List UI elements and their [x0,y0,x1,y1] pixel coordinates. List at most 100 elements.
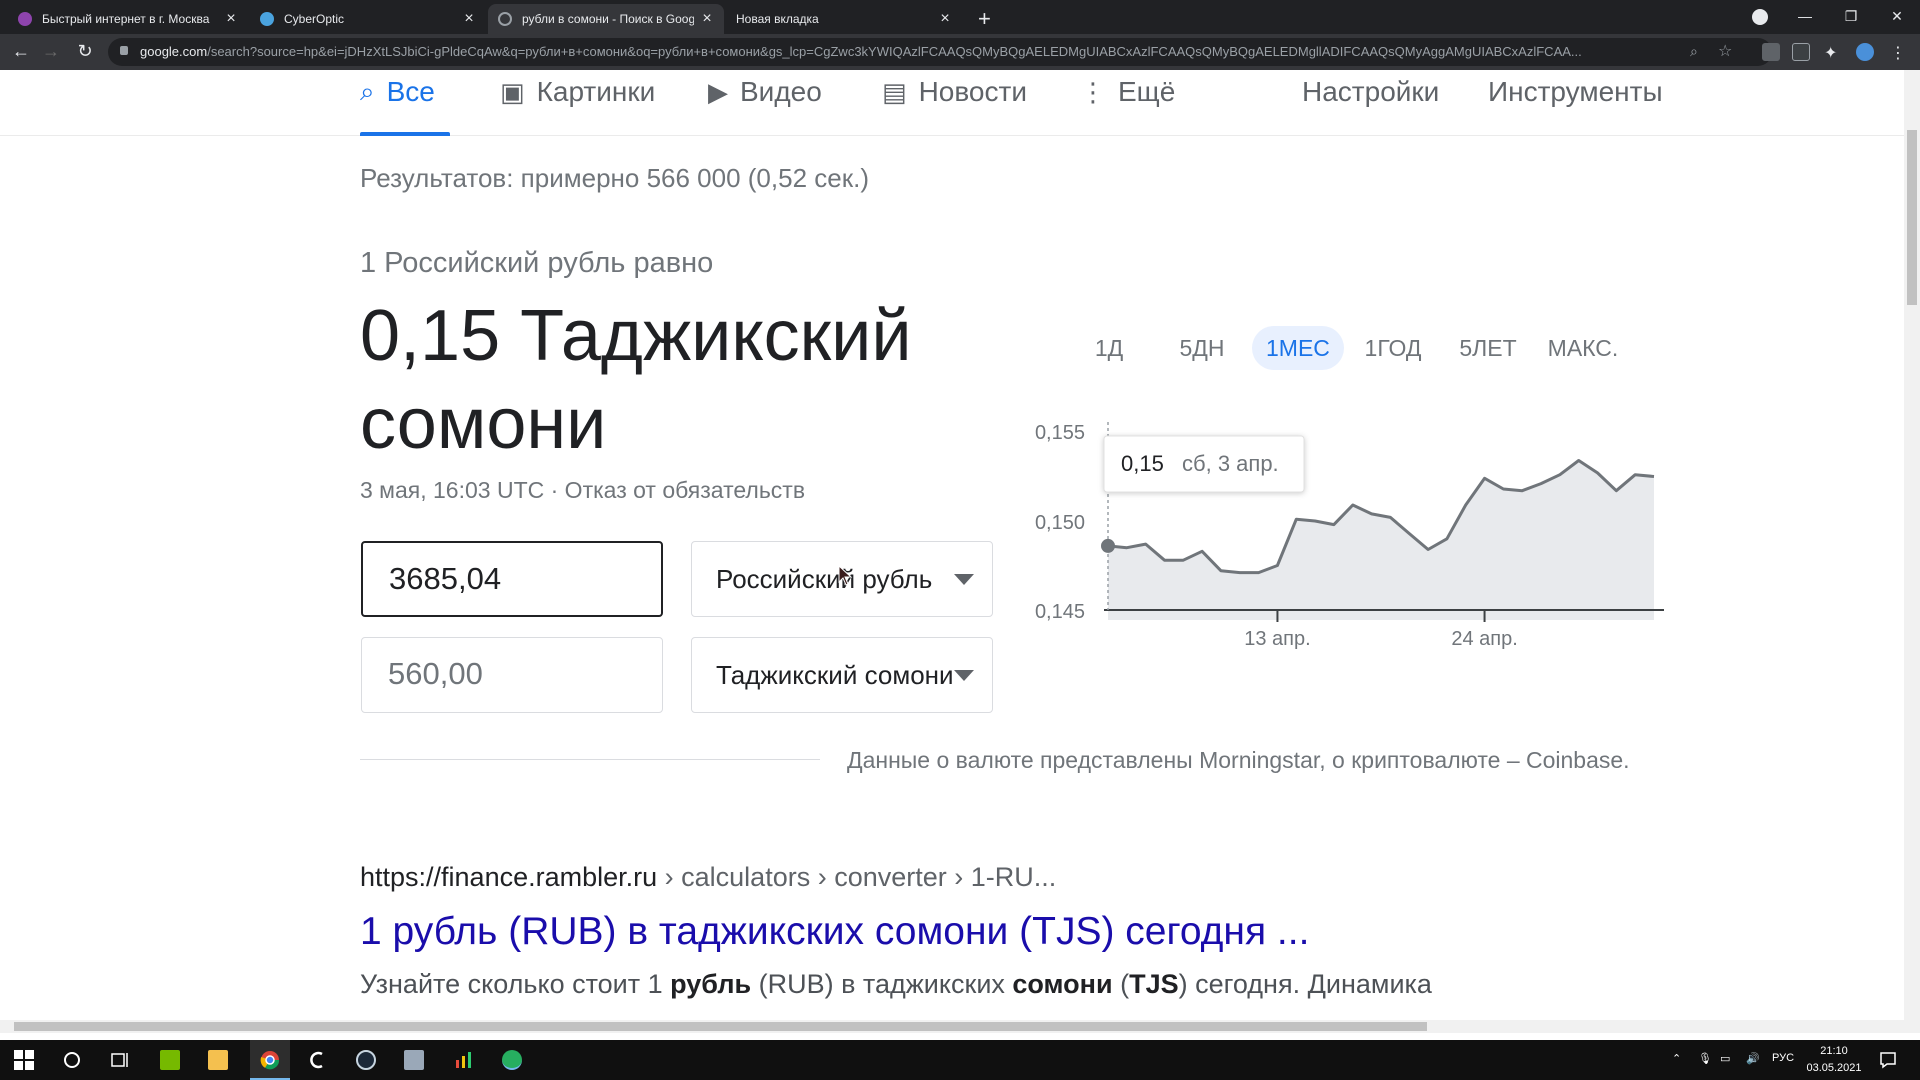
scrollbar-thumb[interactable] [1907,130,1917,305]
windows-taskbar: ⌃ 🎙 ▭ 🔊 РУС 21:10 03.05.2021 [0,1040,1920,1080]
amount-to-input[interactable]: 560,00 [361,637,663,713]
extensions-puzzle-icon[interactable]: ✦ [1824,43,1842,62]
tab-favicon-icon [18,12,32,26]
extension-icon[interactable] [1762,43,1780,61]
system-clock[interactable]: 21:10 03.05.2021 [1800,1043,1868,1077]
tab-title: Быстрый интернет в г. Москва [42,12,210,26]
new-tab-plus-icon[interactable]: + [978,6,991,32]
tray-expand-icon[interactable]: ⌃ [1672,1052,1681,1065]
search-nav: ⌕ Все ▣ Картинки ▶ Видео ▤ Новости ⋮ Ещё… [0,70,1904,136]
back-arrow-icon[interactable]: ← [10,41,32,62]
news-icon: ▤ [882,76,907,107]
amount-from-input[interactable]: 3685,04 [361,541,663,617]
horizontal-scrollbar[interactable] [0,1020,1904,1033]
tab-label: Новости [918,76,1027,107]
app-icon[interactable] [502,1050,522,1070]
address-bar[interactable]: google.com/search?source=hp&ei=jDHzXtLSJ… [108,38,1772,66]
snippet-text: Узнайте сколько стоит 1 [360,969,671,999]
active-tab-indicator [360,132,450,136]
file-explorer-icon[interactable] [208,1050,228,1070]
data-source-note: Данные о валюте представлены Morningstar… [847,747,1630,773]
browser-tab-active[interactable]: рубли в сомони - Поиск в Goog × [488,4,724,34]
tab-close-icon[interactable]: × [462,10,476,28]
avatar[interactable] [1856,43,1874,61]
currency-to-value: Таджикский сомони [716,660,954,690]
window-close-icon[interactable]: ✕ [1874,0,1920,34]
lock-icon [120,46,128,55]
range-max-button[interactable]: МАКС. [1546,326,1620,370]
tab-close-icon[interactable]: × [938,10,952,28]
snippet-text: ) сегодня. Динамика [1178,969,1432,999]
tab-label: Ещё [1118,76,1176,107]
tab-title: рубли в сомони - Поиск в Goog [522,12,694,26]
reload-icon[interactable]: ↻ [74,41,96,62]
restore-icon[interactable]: ❐ [1828,0,1874,34]
dropdown-caret-icon [954,574,974,585]
dropdown-caret-icon [954,670,974,681]
minimize-icon[interactable]: — [1782,0,1828,34]
range-5d-button[interactable]: 5ДН [1177,326,1227,370]
tools-link[interactable]: Инструменты [1488,76,1663,108]
divider [360,759,820,760]
x-tick-label: 24 апр. [1451,628,1517,650]
range-5y-button[interactable]: 5ЛЕТ [1457,326,1519,370]
scrollbar-thumb[interactable] [14,1022,1427,1031]
tab-title: CyberOptic [284,12,345,26]
steam-icon[interactable] [356,1050,376,1070]
network-icon[interactable]: ▭ [1720,1052,1730,1065]
x-tick-label: 13 апр. [1244,628,1310,650]
microphone-icon[interactable]: 🎙 [1698,1052,1712,1065]
app-icon[interactable] [404,1050,424,1070]
result-url[interactable]: https://finance.rambler.ru › calculators… [360,862,1056,893]
chrome-icon[interactable] [260,1050,280,1070]
tab-label: Картинки [536,76,656,107]
cortana-icon[interactable] [62,1050,82,1070]
language-indicator[interactable]: РУС [1772,1052,1794,1064]
y-tick-label: 0,155 [1035,422,1085,444]
clock-date: 03.05.2021 [1806,1062,1862,1074]
tab-label: Все [386,76,435,107]
tab-favicon-icon [260,12,274,26]
tab-news[interactable]: ▤ Новости [882,76,1027,108]
menu-dots-icon[interactable]: ⋮ [1890,43,1908,62]
zoom-icon[interactable]: ⌕ [1690,43,1698,60]
exchange-rate-chart[interactable]: 0,155 0,150 0,145 13 апр. 24 апр. 0,15 сб… [1010,400,1670,660]
tab-close-icon[interactable]: × [224,10,238,28]
app-icon[interactable] [308,1050,328,1070]
profile-icon[interactable] [1752,9,1768,25]
windows-start-icon[interactable] [14,1050,34,1070]
result-stats: Результатов: примерно 566 000 (0,52 сек.… [360,163,869,193]
notifications-icon[interactable] [1878,1050,1898,1070]
browser-tab[interactable]: Новая вкладка × [726,4,962,34]
range-1m-button[interactable]: 1МЕС [1252,326,1344,370]
tab-all[interactable]: ⌕ Все [360,76,435,108]
nvidia-icon[interactable] [160,1050,180,1070]
forward-arrow-icon[interactable]: → [40,41,62,62]
task-view-icon[interactable] [110,1050,130,1070]
conversion-result: 0,15 Таджикский сомони [360,296,912,464]
tab-close-icon[interactable]: × [700,10,714,28]
browser-tab[interactable]: CyberOptic × [250,4,486,34]
range-1y-button[interactable]: 1ГОД [1363,326,1423,370]
vertical-scrollbar[interactable] [1904,70,1920,1033]
result-title-link[interactable]: 1 рубль (RUB) в таджикских сомони (TJS) … [360,910,1309,954]
url-text[interactable]: google.com/search?source=hp&ei=jDHzXtLSJ… [140,44,1680,59]
bookmark-star-icon[interactable]: ☆ [1718,41,1732,61]
extension-icon[interactable] [1792,43,1810,61]
snippet-highlight: TJS [1129,969,1179,999]
tooltip-date: сб, 3 апр. [1182,451,1279,476]
settings-link[interactable]: Настройки [1302,76,1439,108]
video-icon: ▶ [708,76,728,107]
range-1d-button[interactable]: 1Д [1094,326,1124,370]
volume-icon[interactable]: 🔊 [1746,1052,1760,1065]
result-url-path: › calculators › converter › 1-RU... [657,862,1057,892]
snippet-text: (RUB) в таджикских [751,969,1013,999]
browser-tab[interactable]: Быстрый интернет в г. Москва × [8,4,248,34]
tab-video[interactable]: ▶ Видео [708,76,822,108]
tab-images[interactable]: ▣ Картинки [500,76,655,108]
clock-time: 21:10 [1820,1045,1848,1057]
tab-more[interactable]: ⋮ Ещё [1080,76,1175,108]
url-path: /search?source=hp&ei=jDHzXtLSJbiCi-gPlde… [207,44,1582,59]
currency-to-select[interactable]: Таджикский сомони [691,637,993,713]
chart-app-icon[interactable] [454,1050,474,1070]
